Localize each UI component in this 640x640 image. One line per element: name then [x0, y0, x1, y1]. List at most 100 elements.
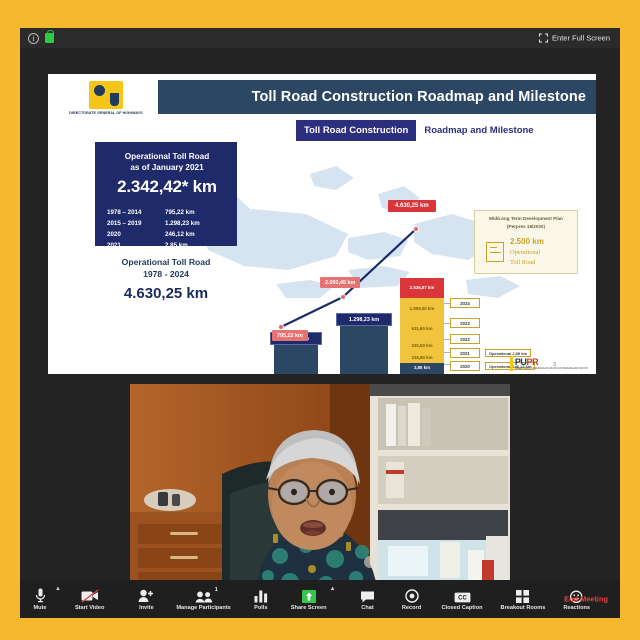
table-row: 1978 – 2014 795,22 km [107, 208, 200, 217]
toolbar-label-invite: Invite [139, 604, 154, 611]
year-box-2020: 2020 [450, 361, 480, 371]
period-label: 2015 – 2019 [107, 220, 142, 228]
toolbar-button-invite[interactable]: Invite [132, 588, 160, 611]
toolbar-label-record: Record [401, 604, 422, 611]
zoom-meeting-window: i Enter Full Screen Toll Road Constructi… [20, 28, 620, 618]
stacked-bar-3: 2.536,87 km 1.009,00 km 631,60 km 330,50… [400, 278, 444, 374]
enter-full-screen-button[interactable]: Enter Full Screen [539, 33, 610, 43]
toolbar-button-record[interactable]: Record [398, 588, 426, 611]
dgh-logo-mark [89, 80, 123, 109]
directorate-general-highways-logo: DIRECTORATE GENERAL OF HIGHWAYS [64, 76, 148, 120]
toolbar-label-polls: Polls [254, 604, 268, 611]
plan-body: 2.500 km Operational Toll Road [475, 230, 577, 267]
meeting-top-bar: i Enter Full Screen [20, 28, 620, 48]
toolbar-button-manage-participants[interactable]: 1 Manage Participants [174, 587, 232, 611]
toolbar-label-chat: Chat [361, 604, 374, 611]
stat-panel-breakdown-table: 1978 – 2014 795,22 km 2015 – 2019 1.298,… [105, 206, 202, 252]
plan-label-line2: Toll Road [510, 258, 536, 266]
subtitle-highlight: Toll Road Construction [296, 120, 417, 141]
share-screen-icon [301, 588, 316, 603]
toolbar-button-closed-caption[interactable]: CC Closed Caption [440, 588, 485, 611]
zoom-meeting-toolbar: Mute ▲ Start Video Invite 1 Manage Parti… [20, 580, 620, 618]
end-meeting-button[interactable]: End Meeting [564, 595, 608, 604]
enter-full-screen-label: Enter Full Screen [552, 33, 610, 43]
stat-panel-headline-value: 2.342,42* km [117, 177, 217, 197]
bar-2 [340, 326, 388, 374]
pupr-subtext: KEMENTERIAN PEKERJAAN UMUM DAN PERUMAHAN… [514, 367, 588, 370]
stack-segment-2024: 1.009,00 km [400, 298, 444, 319]
record-circle-icon [404, 588, 419, 603]
stack-total-label: 2.536,87 km [400, 278, 444, 298]
stat-footer-line2: 1978 - 2024 [143, 269, 189, 280]
bar-1 [274, 345, 318, 374]
year-box-2022: 2022 [450, 334, 480, 344]
stack-segment-2023: 631,60 km [400, 319, 444, 338]
pupr-logo-text: PUPR KEMENTERIAN PEKERJAAN UMUM DAN PERU… [515, 357, 588, 370]
speech-bubble-icon [360, 588, 375, 603]
share-screen-chevron-up-icon[interactable]: ▲ [330, 586, 336, 592]
pupr-logo: PUPR KEMENTERIAN PEKERJAAN UMUM DAN PERU… [510, 356, 588, 371]
stack-segment-2022: 330,50 km [400, 338, 444, 352]
stack-segment-2021-operational: 2,85 km [400, 363, 444, 371]
toolbar-button-chat[interactable]: Chat [354, 588, 382, 611]
shared-screen-stage: Toll Road Construction Roadmap and Miles… [20, 48, 620, 594]
speaker-video-tile[interactable] [130, 384, 510, 594]
table-row: 2020 246,12 km [107, 230, 200, 239]
person-add-icon [138, 588, 154, 603]
stack-segment-2021-planned: 316,80 km [400, 352, 444, 363]
svg-text:CC: CC [458, 595, 467, 601]
slide-subtitle: Toll Road Construction Roadmap and Miles… [296, 120, 542, 141]
table-row: 2021 2,85 km [107, 241, 200, 250]
table-row: 2015 – 2019 1.298,23 km [107, 219, 200, 228]
toolbar-label-share-screen: Share Screen [290, 604, 327, 611]
toolbar-button-breakout-rooms[interactable]: Breakout Rooms [499, 588, 548, 611]
pupr-text-a: PU [514, 357, 527, 367]
lock-icon[interactable] [45, 29, 54, 43]
toolbar-label-reactions: Reactions [563, 604, 591, 611]
period-value: 246,12 km [165, 231, 195, 239]
pupr-text-b: PR [526, 357, 539, 367]
people-icon: 1 [195, 587, 218, 603]
stat-panel-heading-line2: as of January 2021 [130, 163, 204, 173]
trend-dot-2 [340, 294, 346, 300]
year-box-2024: 2024 [450, 298, 480, 308]
subtitle-rest: Roadmap and Milestone [424, 125, 534, 136]
info-icon[interactable]: i [28, 32, 39, 44]
toolbar-button-mute[interactable]: Mute [26, 588, 54, 611]
top-bar-left-icons: i [28, 29, 54, 44]
mute-chevron-up-icon[interactable]: ▲ [55, 586, 61, 592]
participants-count-badge: 1 [214, 586, 218, 593]
pupr-logo-bar [510, 356, 513, 371]
toolbar-label-breakout-rooms: Breakout Rooms [500, 604, 546, 611]
stat-footer-value: 4.630,25 km [123, 284, 209, 302]
trend-label-2: 2.093,45 km [320, 277, 361, 288]
toolbar-button-start-video[interactable]: Start Video [73, 588, 106, 611]
trend-label-1: 795,22 km [272, 330, 308, 341]
toolbar-button-polls[interactable]: Polls [247, 588, 275, 611]
page-title: Toll Road Construction Roadmap and Miles… [251, 89, 586, 105]
year-box-2023: 2023 [450, 318, 480, 328]
screenshot-root: i Enter Full Screen Toll Road Constructi… [0, 0, 640, 640]
year-box-2021: 2021 [450, 348, 480, 358]
period-value: 795,22 km [165, 209, 195, 217]
toolbar-label-closed-caption: Closed Caption [441, 604, 483, 611]
cc-icon: CC [454, 588, 471, 603]
operational-toll-road-footer: Operational Toll Road 1978 - 2024 4.630,… [95, 256, 237, 302]
stat-panel-heading-line1: Operational Toll Road [124, 152, 210, 161]
presentation-slide: Toll Road Construction Roadmap and Miles… [48, 74, 596, 374]
toolbar-button-share-screen[interactable]: Share Screen [289, 588, 329, 611]
period-value: 1.298,23 km [165, 220, 200, 228]
period-value: 2,85 km [165, 242, 188, 250]
plan-text: 2.500 km Operational Toll Road [510, 236, 544, 267]
trend-label-3: 4.630,25 km [388, 200, 436, 212]
toolbar-label-manage-participants: Manage Participants [176, 604, 231, 611]
plan-label-line1: Operational [510, 249, 541, 257]
microphone-icon [35, 588, 46, 603]
plan-value: 2.500 km [510, 237, 544, 247]
stack-segment-2020-operational: 246,12 km [400, 371, 444, 374]
fullscreen-icon [539, 33, 549, 43]
mid-long-term-development-plan-box: Mid/Long Term Development Plan (Perpres … [474, 210, 578, 274]
trend-dot-3 [413, 226, 419, 232]
period-label: 2021 [107, 242, 121, 250]
bar-label-2: 1.298,23 km [336, 313, 392, 326]
